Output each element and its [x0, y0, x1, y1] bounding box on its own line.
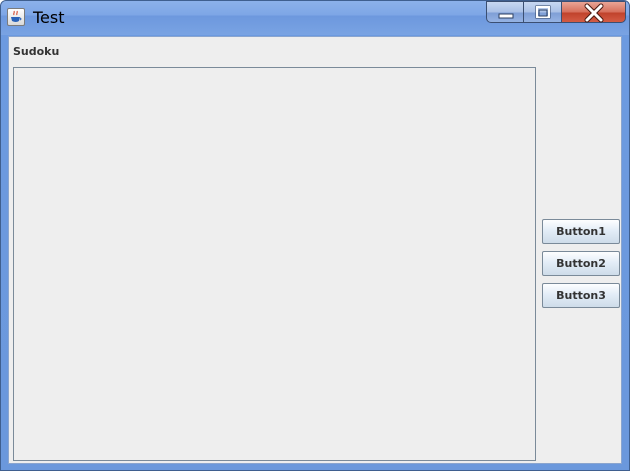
close-icon	[584, 3, 604, 23]
button2[interactable]: Button2	[542, 251, 620, 276]
java-cup-icon[interactable]	[7, 8, 25, 26]
window-title: Test	[33, 8, 65, 27]
panel-title: Sudoku	[13, 45, 60, 58]
minimize-icon	[498, 13, 514, 19]
close-button[interactable]	[562, 1, 626, 23]
sudoku-board-panel[interactable]	[13, 67, 536, 461]
maximize-icon	[535, 5, 551, 19]
maximize-button[interactable]	[524, 1, 562, 23]
button1[interactable]: Button1	[542, 219, 620, 244]
caption-buttons	[486, 1, 626, 25]
content-pane: Sudoku Button1 Button2 Button3	[8, 36, 622, 464]
button3[interactable]: Button3	[542, 283, 620, 308]
app-window: Test Sudoku Button1 Button2 Button3	[0, 0, 630, 471]
minimize-button[interactable]	[486, 1, 524, 23]
title-bar[interactable]: Test	[1, 1, 629, 35]
